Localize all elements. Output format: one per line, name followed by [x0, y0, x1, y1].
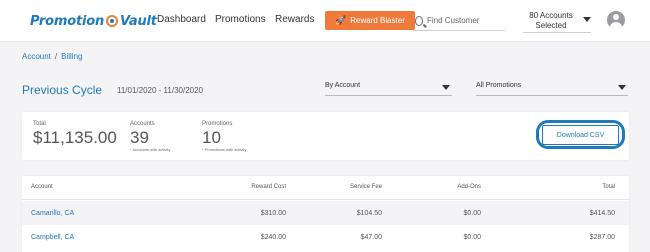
add-ons-cell: $0.00	[463, 234, 481, 241]
column-header-account[interactable]: Account	[31, 184, 53, 190]
account-link[interactable]: Campbell, CA	[31, 234, 74, 241]
chevron-down-icon	[442, 85, 450, 90]
total-cell: $414.50	[589, 210, 615, 217]
accounts-value: 39	[130, 128, 149, 147]
search-icon[interactable]	[415, 15, 423, 26]
chevron-down-icon	[583, 17, 591, 22]
breadcrumb-separator: /	[54, 52, 58, 61]
reward-blaster-button[interactable]: 🚀 Reward Blaster	[325, 11, 415, 30]
chevron-down-icon	[618, 85, 626, 90]
account-link[interactable]: Camarillo, CA	[31, 210, 74, 217]
reward-cost-cell: $310.00	[260, 210, 286, 217]
accounts-stat: Accounts 39 * Accounts with activity	[130, 121, 170, 152]
table-header: Account Reward Cost Service Fee Add-Ons …	[22, 176, 629, 200]
add-ons-cell: $0.00	[463, 210, 481, 217]
accounts-label: Accounts	[130, 121, 155, 127]
date-range: 11/01/2020 - 11/30/2020	[117, 86, 203, 95]
page-title: Previous Cycle	[22, 83, 103, 97]
vault-dial-icon	[106, 15, 119, 27]
group-by-value: By Account	[325, 82, 361, 89]
table-row: Camarillo, CA $310.00 $104.50 $0.00 $414…	[22, 201, 629, 225]
promotions-stat: Promotions 10 * Promotions with activity	[202, 121, 246, 152]
billing-summary-card: Total $11,135.00 Accounts 39 * Accounts …	[22, 112, 629, 160]
billing-table: Account Reward Cost Service Fee Add-Ons …	[22, 176, 629, 252]
user-avatar[interactable]	[607, 11, 625, 29]
rocket-icon: 🚀	[335, 15, 347, 25]
logo-text-left: Promotion	[30, 13, 105, 29]
total-value: $11,135.00	[33, 128, 117, 147]
nav-rewards[interactable]: Rewards	[275, 14, 314, 25]
column-header-reward-cost[interactable]: Reward Cost	[251, 184, 286, 190]
top-nav: Promotion Vault Dashboard Promotions Rew…	[0, 0, 650, 42]
nav-dashboard[interactable]: Dashboard	[157, 14, 206, 25]
promotion-vault-logo[interactable]: Promotion Vault	[30, 11, 157, 31]
accounts-selector[interactable]: 80 Accounts Selected	[523, 11, 591, 33]
logo-text-right: Vault	[120, 13, 157, 29]
service-fee-cell: $104.50	[356, 210, 382, 217]
service-fee-cell: $47.00	[360, 234, 382, 241]
user-icon-body	[610, 22, 622, 29]
promotions-filter-dropdown[interactable]: All Promotions	[476, 80, 628, 96]
total-label: Total	[33, 121, 46, 127]
accounts-selector-line1: 80 Accounts	[529, 11, 573, 20]
table-row: Campbell, CA $240.00 $47.00 $0.00 $287.0…	[22, 225, 629, 249]
accounts-selector-line2: Selected	[535, 21, 567, 30]
accounts-note: * Accounts with activity	[130, 147, 171, 152]
column-header-total[interactable]: Total	[602, 184, 615, 190]
customer-search	[413, 11, 505, 31]
reward-cost-cell: $240.00	[260, 234, 286, 241]
promotions-note: * Promotions with activity	[202, 147, 247, 152]
group-by-dropdown[interactable]: By Account	[325, 80, 452, 96]
total-cell: $287.00	[589, 234, 615, 241]
nav-promotions[interactable]: Promotions	[215, 14, 266, 25]
breadcrumb-billing[interactable]: Billing	[61, 52, 82, 61]
column-header-service-fee[interactable]: Service Fee	[350, 184, 382, 190]
promotions-value: 10	[202, 128, 221, 147]
breadcrumb-account[interactable]: Account	[22, 52, 51, 61]
breadcrumb: Account / Billing	[22, 52, 82, 61]
download-csv-button[interactable]: Download CSV	[542, 125, 619, 145]
reward-blaster-label: Reward Blaster	[350, 16, 405, 25]
promotions-label: Promotions	[202, 121, 233, 127]
column-header-add-ons[interactable]: Add-Ons	[457, 184, 481, 190]
user-icon	[613, 14, 619, 20]
total-stat: Total $11,135.00	[33, 121, 117, 147]
search-input[interactable]	[427, 16, 505, 25]
promotions-filter-value: All Promotions	[476, 82, 522, 89]
